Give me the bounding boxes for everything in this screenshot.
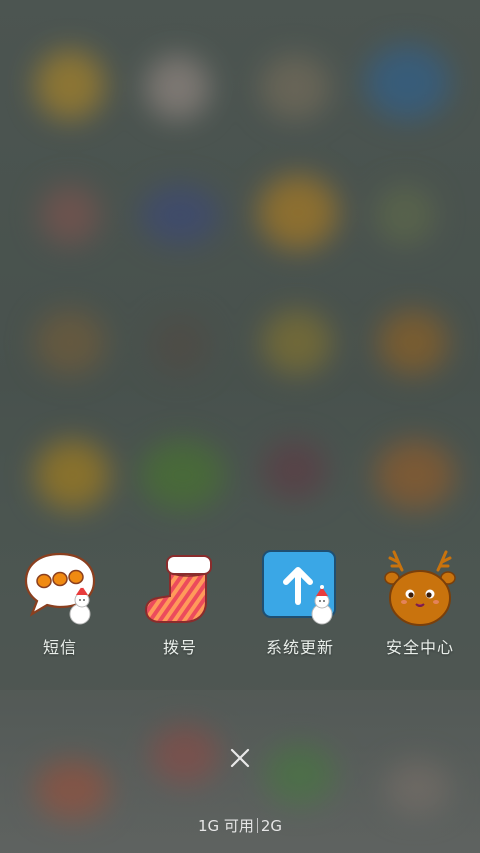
app-label: 安全中心 xyxy=(385,638,454,657)
recent-apps-row: 短信 拨号 系统更新 安全中心 xyxy=(0,548,480,658)
memory-total: 2G xyxy=(260,817,283,835)
app-label: 短信 xyxy=(42,638,77,657)
memory-divider xyxy=(256,818,258,833)
app-dialer[interactable]: 拨号 xyxy=(120,548,240,658)
app-security-center[interactable]: 安全中心 xyxy=(360,548,480,658)
memory-status: 1G 可用 2G xyxy=(0,815,480,836)
memory-available: 1G 可用 xyxy=(197,817,254,835)
blurred-wallpaper xyxy=(0,0,480,853)
app-label: 系统更新 xyxy=(265,638,334,657)
app-sms[interactable]: 短信 xyxy=(0,548,120,658)
sms-bubble-icon xyxy=(20,548,100,628)
reindeer-security-icon xyxy=(380,548,460,628)
app-system-update[interactable]: 系统更新 xyxy=(240,548,360,658)
system-update-arrow-icon xyxy=(260,548,340,628)
christmas-stocking-phone-icon xyxy=(140,548,220,628)
close-x-icon[interactable] xyxy=(228,746,252,770)
app-label: 拨号 xyxy=(162,638,197,657)
